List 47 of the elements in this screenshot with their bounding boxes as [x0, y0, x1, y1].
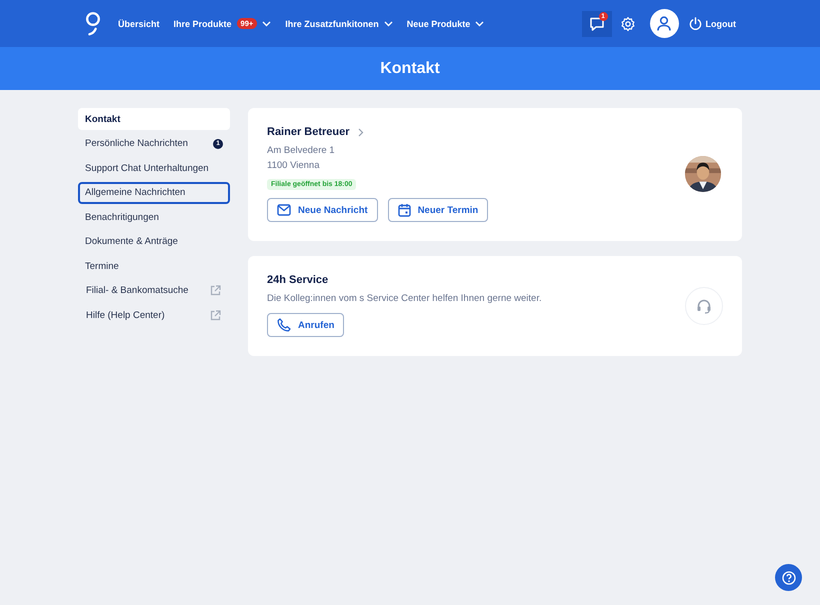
user-icon: [657, 16, 671, 31]
headset-icon: [696, 298, 712, 314]
chevron-down-icon: [384, 20, 393, 26]
page-title: Kontakt: [380, 60, 440, 78]
sidebar-item[interactable]: Support Chat Unterhaltungen: [78, 157, 230, 179]
card-title[interactable]: Rainer Betreuer: [267, 126, 350, 138]
external-link-icon: [210, 310, 221, 320]
power-icon: [688, 17, 702, 30]
sidebar-item[interactable]: Allgemeine Nachrichten: [78, 182, 230, 204]
card-title: 24h Service: [267, 274, 328, 286]
outline-button[interactable]: Neue Nachricht: [267, 198, 378, 222]
outline-button[interactable]: Neuer Termin: [388, 198, 488, 222]
sidebar-label: Persönliche Nachrichten: [85, 138, 188, 149]
nav-menu-item[interactable]: Neue Produkte: [406, 18, 484, 29]
description-text: Die Kolleg:innen vom s Service Center helfen Ihnen gerne weiter.: [267, 292, 542, 306]
outline-button[interactable]: Anrufen: [267, 313, 344, 337]
chevron-down-icon: [475, 20, 484, 26]
sidebar-label: Hilfe (Help Center): [86, 310, 165, 320]
address-line: Am Belvedere 1: [267, 144, 336, 158]
address-line: 1100 Vienna: [267, 159, 320, 173]
sidebar-label: Filial- & Bankomatsuche: [86, 285, 188, 296]
sidebar-item[interactable]: Termine: [78, 255, 230, 277]
sidebar-label: Allgemeine Nachrichten: [85, 187, 186, 198]
calendar-icon: [398, 203, 411, 217]
sidebar-item[interactable]: Benachritigungen: [78, 206, 230, 228]
sidebar-item[interactable]: Hilfe (Help Center): [78, 304, 230, 326]
external-link-icon: [210, 285, 221, 296]
sidebar-item[interactable]: Dokumente & Anträge: [78, 230, 230, 252]
question-icon: [782, 570, 796, 584]
help-button[interactable]: [775, 564, 802, 591]
sidebar-item[interactable]: Filial- & Bankomatsuche: [78, 280, 230, 302]
profile-button[interactable]: [650, 9, 678, 38]
chevron-down-icon: [262, 20, 272, 26]
sidebar-label: Termine: [85, 260, 119, 272]
logo-icon[interactable]: [84, 11, 102, 36]
envelope-icon: [277, 204, 291, 216]
sidebar-label: Dokumente & Anträge: [85, 236, 178, 247]
sidebar-label: Support Chat Unterhaltungen: [85, 162, 209, 174]
phone-icon: [277, 318, 291, 332]
sidebar-label: Benachritigungen: [85, 212, 159, 222]
settings-icon[interactable]: [620, 16, 636, 32]
logout-button[interactable]: Logout: [688, 17, 736, 30]
sidebar-label: Kontakt: [85, 114, 120, 124]
nav-menu-item[interactable]: Übersicht: [118, 18, 160, 29]
nav-menu-item[interactable]: Ihre Zusatzfunkitonen: [285, 18, 393, 29]
chat-bubble-icon: [588, 16, 604, 32]
sidebar-item[interactable]: Kontakt: [78, 108, 230, 130]
